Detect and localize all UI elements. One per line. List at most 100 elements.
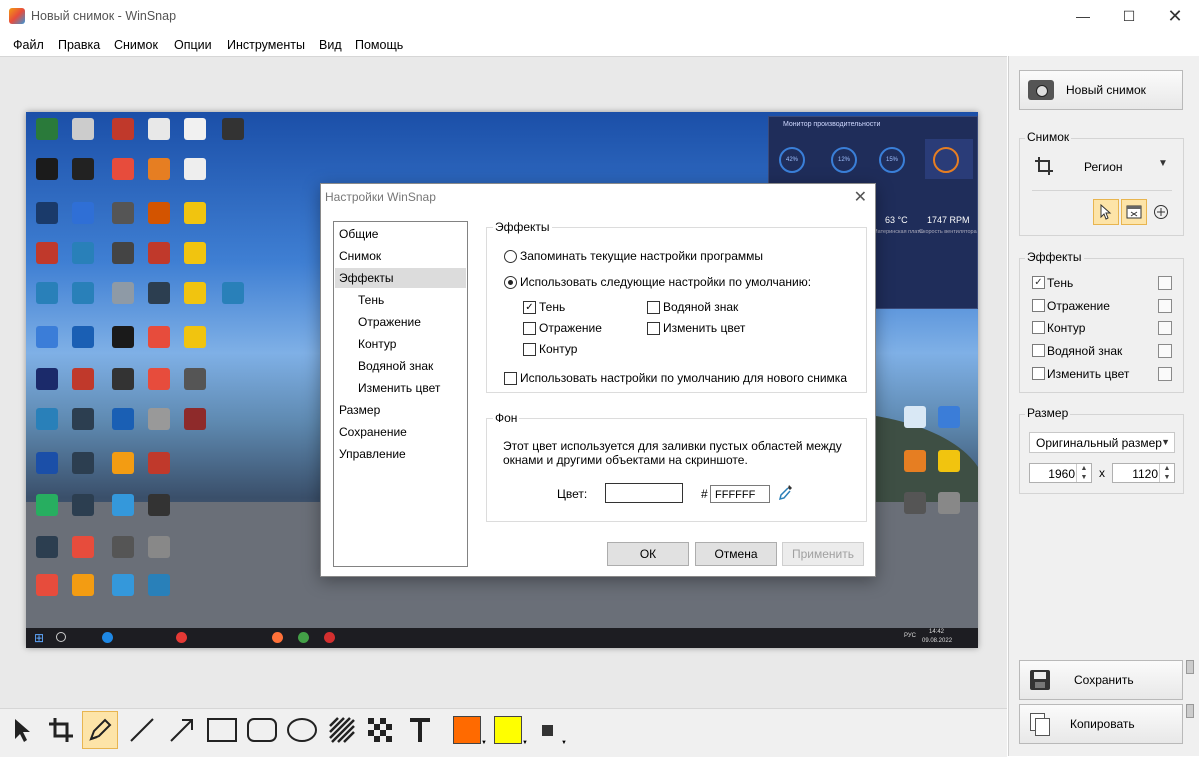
- tree-item-watermark[interactable]: Водяной знак: [358, 359, 433, 373]
- panel-checkbox-reflection[interactable]: [1032, 299, 1045, 312]
- eyedropper-icon[interactable]: [778, 483, 794, 501]
- line-width-icon[interactable]: [542, 725, 553, 736]
- checkbox-change-color[interactable]: [647, 322, 660, 335]
- taskbar-date: 09.08.2022: [922, 638, 953, 644]
- radio-remember-settings[interactable]: [504, 250, 517, 263]
- maximize-button[interactable]: ☐: [1106, 0, 1152, 32]
- height-input[interactable]: 1120 ▲ ▼: [1112, 463, 1175, 483]
- desktop-icon: [184, 408, 206, 430]
- width-input[interactable]: 1960 ▲ ▼: [1029, 463, 1092, 483]
- desktop-icon: [222, 282, 244, 304]
- add-option-icon[interactable]: [1153, 203, 1171, 221]
- checkbox-shadow[interactable]: ✓: [523, 301, 536, 314]
- height-stepper-icon[interactable]: ▲ ▼: [1159, 464, 1174, 482]
- panel-contour-settings-button[interactable]: [1158, 321, 1172, 335]
- menu-file[interactable]: Файл: [13, 38, 44, 52]
- checkbox-reflection[interactable]: [523, 322, 536, 335]
- panel-checkbox-watermark[interactable]: [1032, 344, 1045, 357]
- color-swatch[interactable]: [605, 483, 683, 503]
- effects-group: Эффекты Запоминать текущие настройки про…: [486, 220, 867, 393]
- radio-use-defaults[interactable]: [504, 276, 517, 289]
- checkbox-defaults-new-snap[interactable]: [504, 372, 517, 385]
- pen-tool-icon[interactable]: [82, 711, 118, 749]
- secondary-color-dropdown-icon[interactable]: ▼: [522, 740, 528, 746]
- select-tool-icon[interactable]: [4, 711, 40, 749]
- menu-view[interactable]: Вид: [319, 38, 342, 52]
- minimize-button[interactable]: —: [1060, 0, 1106, 32]
- ok-button[interactable]: ОК: [607, 542, 689, 566]
- rounded-rectangle-tool-icon[interactable]: [244, 711, 280, 749]
- tree-item-shadow[interactable]: Тень: [358, 293, 384, 307]
- primary-color-dropdown-icon[interactable]: ▼: [481, 740, 487, 746]
- copy-options-handle[interactable]: [1186, 704, 1194, 718]
- tree-item-size[interactable]: Размер: [339, 403, 380, 417]
- panel-change-color-settings-button[interactable]: [1158, 367, 1172, 381]
- menu-options[interactable]: Опции: [174, 38, 212, 52]
- line-width-dropdown-icon[interactable]: ▼: [561, 740, 567, 746]
- tree-item-effects[interactable]: Эффекты: [339, 271, 394, 285]
- temp-value: 63 °C: [885, 215, 908, 225]
- taskbar-language: РУС: [904, 633, 917, 639]
- hatch-tool-icon[interactable]: [324, 711, 360, 749]
- temp-label: Материнская плата: [873, 229, 923, 235]
- checkbox-watermark[interactable]: [647, 301, 660, 314]
- checkbox-contour[interactable]: [523, 343, 536, 356]
- tree-item-management[interactable]: Управление: [339, 447, 406, 461]
- menu-help[interactable]: Помощь: [355, 38, 403, 52]
- text-tool-icon[interactable]: [402, 711, 438, 749]
- new-snapshot-button[interactable]: Новый снимок: [1019, 70, 1183, 110]
- dialog-close-icon[interactable]: ✕: [854, 187, 867, 207]
- window-toggle-icon[interactable]: [1121, 199, 1147, 225]
- desktop-icon: [72, 242, 94, 264]
- desktop-icon: [938, 492, 960, 514]
- desktop-icon: [184, 118, 206, 140]
- apply-button[interactable]: Применить: [782, 542, 864, 566]
- save-options-handle[interactable]: [1186, 660, 1194, 674]
- snapshot-mode-value[interactable]: Регион: [1084, 160, 1123, 174]
- copy-icon: [1030, 713, 1050, 736]
- checkbox-contour-label: Контур: [539, 342, 578, 356]
- panel-checkbox-shadow[interactable]: ✓: [1032, 276, 1045, 289]
- pixelate-tool-icon[interactable]: [362, 711, 398, 749]
- desktop-icon: [938, 406, 960, 428]
- desktop-icon: [222, 118, 244, 140]
- save-button[interactable]: Сохранить: [1019, 660, 1183, 700]
- desktop-icon: [36, 158, 58, 180]
- menu-tools[interactable]: Инструменты: [227, 38, 305, 52]
- size-mode-dropdown[interactable]: Оригинальный размер ▼: [1029, 432, 1175, 453]
- menu-edit[interactable]: Правка: [58, 38, 100, 52]
- size-mode-chevron-icon: ▼: [1161, 437, 1170, 447]
- panel-checkbox-change-color[interactable]: [1032, 367, 1045, 380]
- tree-item-general[interactable]: Общие: [339, 227, 378, 241]
- desktop-icon: [148, 326, 170, 348]
- tree-item-reflection[interactable]: Отражение: [358, 315, 421, 329]
- width-stepper-icon[interactable]: ▲ ▼: [1076, 464, 1091, 482]
- desktop-icon: [36, 282, 58, 304]
- utorrent-icon: [298, 632, 309, 643]
- panel-checkbox-contour[interactable]: [1032, 321, 1045, 334]
- menu-snapshot[interactable]: Снимок: [114, 38, 158, 52]
- ellipse-tool-icon[interactable]: [284, 711, 320, 749]
- primary-color-swatch[interactable]: [453, 716, 481, 744]
- snapshot-mode-dropdown-icon[interactable]: ▼: [1158, 158, 1168, 169]
- crop-tool-icon[interactable]: [43, 711, 79, 749]
- tree-item-change-color[interactable]: Изменить цвет: [358, 381, 440, 395]
- line-tool-icon[interactable]: [124, 711, 160, 749]
- tree-item-snapshot[interactable]: Снимок: [339, 249, 381, 263]
- desktop-icon: [184, 326, 206, 348]
- panel-reflection-settings-button[interactable]: [1158, 299, 1172, 313]
- hex-color-input[interactable]: FFFFFF: [710, 485, 770, 503]
- rectangle-tool-icon[interactable]: [204, 711, 240, 749]
- secondary-color-swatch[interactable]: [494, 716, 522, 744]
- cancel-button[interactable]: Отмена: [695, 542, 777, 566]
- arrow-tool-icon[interactable]: [164, 711, 200, 749]
- tree-item-saving[interactable]: Сохранение: [339, 425, 407, 439]
- panel-shadow-settings-button[interactable]: [1158, 276, 1172, 290]
- panel-watermark-settings-button[interactable]: [1158, 344, 1172, 358]
- tree-item-contour[interactable]: Контур: [358, 337, 396, 351]
- copy-button[interactable]: Копировать: [1019, 704, 1183, 744]
- windows-taskbar: ⊞ РУС 14:42 09.08.2022: [26, 628, 978, 648]
- background-description-line1: Этот цвет используется для заливки пусты…: [503, 439, 842, 453]
- close-button[interactable]: ✕: [1152, 0, 1198, 32]
- cursor-toggle-icon[interactable]: [1093, 199, 1119, 225]
